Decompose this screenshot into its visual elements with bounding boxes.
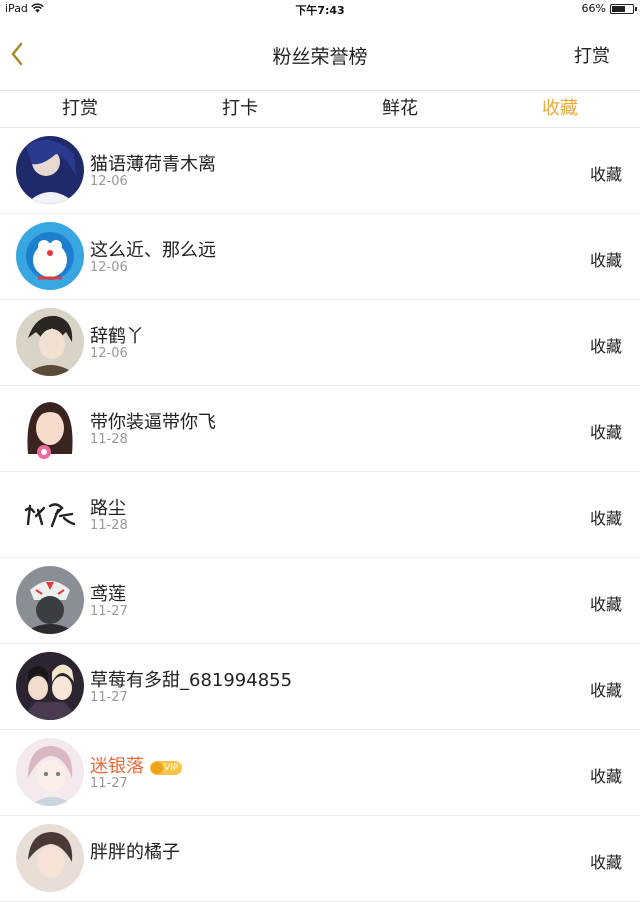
battery-percent: 66% [581,2,606,15]
fan-action: 收藏 [589,251,622,270]
fan-action: 收藏 [589,681,622,700]
fan-name: 带你装逼带你飞 [90,412,216,433]
fan-action: 收藏 [589,509,622,528]
fan-action: 收藏 [589,165,622,184]
list-item[interactable]: 带你装逼带你飞 11-28 收藏 [0,386,640,472]
fan-date: 12-06 [90,174,128,189]
battery-fill [612,6,626,12]
status-time: 下午7:43 [295,4,345,17]
fan-name: 路尘 [90,498,126,519]
avatar [16,308,84,376]
fan-name-vip: 迷银落 VIP [90,752,183,778]
avatar [16,136,84,204]
fan-action: 收藏 [589,595,622,614]
reward-button[interactable]: 打赏 [574,42,610,68]
fan-date: 11-27 [90,690,128,705]
fan-name: 猫语薄荷青木离 [90,154,216,175]
fan-list: 猫语薄荷青木离 12-06 收藏 这么近、那么远 12-06 收藏 辞鹤丫 12… [0,128,640,902]
avatar [16,824,84,892]
tab-bar: 打赏 打卡 鲜花 收藏 [0,90,640,128]
tab-checkin[interactable]: 打卡 [160,91,320,127]
avatar [16,738,84,806]
avatar [16,480,84,548]
fan-action: 收藏 [589,423,622,442]
fan-date: 11-28 [90,518,128,533]
list-item[interactable]: 这么近、那么远 12-06 收藏 [0,214,640,300]
page-title: 粉丝荣誉榜 [272,46,368,68]
list-item[interactable]: 迷银落 VIP 11-27 收藏 [0,730,640,816]
fan-name: 胖胖的橘子 [90,842,180,863]
list-item[interactable]: 鸢莲 11-27 收藏 [0,558,640,644]
list-item[interactable]: 猫语薄荷青木离 12-06 收藏 [0,128,640,214]
list-item[interactable]: 草莓有多甜_681994855 11-27 收藏 [0,644,640,730]
fan-name: 草莓有多甜_681994855 [90,670,293,691]
fan-name: 鸢莲 [90,584,126,605]
fan-name: 这么近、那么远 [90,240,216,261]
list-item[interactable]: 辞鹤丫 12-06 收藏 [0,300,640,386]
avatar [16,652,84,720]
tab-flowers[interactable]: 鲜花 [320,91,480,127]
tab-reward[interactable]: 打赏 [0,91,160,127]
list-item[interactable]: 路尘 11-28 收藏 [0,472,640,558]
vip-badge: VIP [150,761,183,775]
avatar [16,566,84,634]
tab-favorites[interactable]: 收藏 [480,91,640,127]
navigation-bar: 粉丝荣誉榜 打赏 [0,18,640,90]
fan-date: 12-06 [90,346,128,361]
avatar [16,394,84,462]
fan-date: 12-06 [90,260,128,275]
fan-date: 11-27 [90,776,128,791]
fan-action: 收藏 [589,767,622,786]
fan-name: 迷银落 [90,756,144,777]
fan-date: 11-27 [90,604,128,619]
avatar [16,222,84,290]
fan-name: 辞鹤丫 [90,326,144,347]
list-item[interactable]: 胖胖的橘子 收藏 [0,816,640,902]
status-bar: iPad 下午7:43 66% [0,0,640,18]
fan-action: 收藏 [589,337,622,356]
battery-icon [610,4,637,14]
fan-date: 11-28 [90,432,128,447]
